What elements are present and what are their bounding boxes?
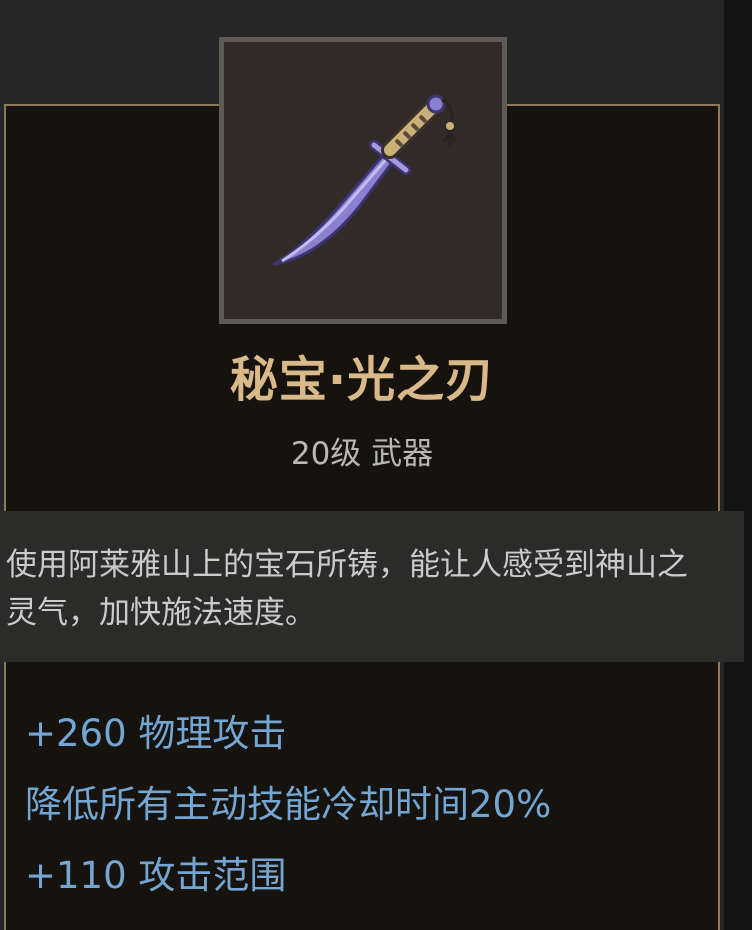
- item-level-type: 20级 武器: [290, 436, 434, 472]
- item-description: 使用阿莱雅山上的宝石所铸，能让人感受到神山之灵气，加快施法速度。: [6, 547, 688, 631]
- side-strip: [724, 0, 752, 930]
- item-description-panel: 使用阿莱雅山上的宝石所铸，能让人感受到神山之灵气，加快施法速度。: [0, 511, 744, 662]
- item-icon-frame: [219, 37, 507, 324]
- stat-line: +260 物理攻击: [25, 712, 287, 755]
- purple-katana-icon: [224, 42, 502, 319]
- stat-line: +110 攻击范围: [25, 854, 287, 897]
- item-stats-list: +260 物理攻击 降低所有主动技能冷却时间20% +110 攻击范围: [25, 698, 551, 911]
- item-name: 秘宝·光之刃: [229, 352, 495, 408]
- item-tooltip-screen: 秘宝·光之刃 20级 武器 使用阿莱雅山上的宝石所铸，能让人感受到神山之灵气，加…: [0, 0, 752, 930]
- stat-line: 降低所有主动技能冷却时间20%: [25, 783, 552, 826]
